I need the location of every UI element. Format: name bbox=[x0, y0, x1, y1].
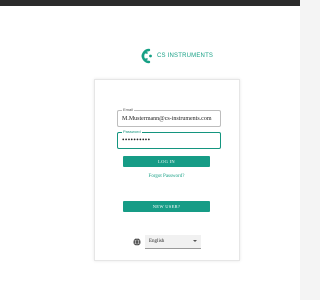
chevron-down-icon[interactable] bbox=[193, 239, 197, 242]
password-label: Password bbox=[122, 129, 142, 135]
globe-icon bbox=[133, 237, 141, 246]
login-button[interactable]: LOG IN bbox=[123, 156, 210, 167]
password-value[interactable]: •••••••••• bbox=[122, 136, 217, 144]
new-user-button[interactable]: NEW USER? bbox=[123, 201, 210, 212]
email-field[interactable]: Email M.Mustermann@cs-instruments.com bbox=[117, 107, 221, 127]
language-selector: English bbox=[133, 233, 203, 250]
login-page: CS INSTRUMENTS Email M.Mustermann@cs-ins… bbox=[0, 6, 300, 300]
email-value[interactable]: M.Mustermann@cs-instruments.com bbox=[122, 115, 217, 123]
language-value: English bbox=[149, 238, 165, 244]
brand-logo: CS INSTRUMENTS bbox=[138, 47, 213, 65]
brand-name: CS INSTRUMENTS bbox=[157, 53, 214, 59]
forgot-password-link[interactable]: Forgot Password? bbox=[123, 174, 210, 179]
cs-logo-icon bbox=[141, 48, 152, 64]
language-select[interactable]: English bbox=[145, 234, 201, 249]
email-label: Email bbox=[122, 107, 135, 113]
password-field[interactable]: Password •••••••••• bbox=[117, 129, 221, 149]
login-card: Email M.Mustermann@cs-instruments.com Pa… bbox=[94, 79, 240, 261]
